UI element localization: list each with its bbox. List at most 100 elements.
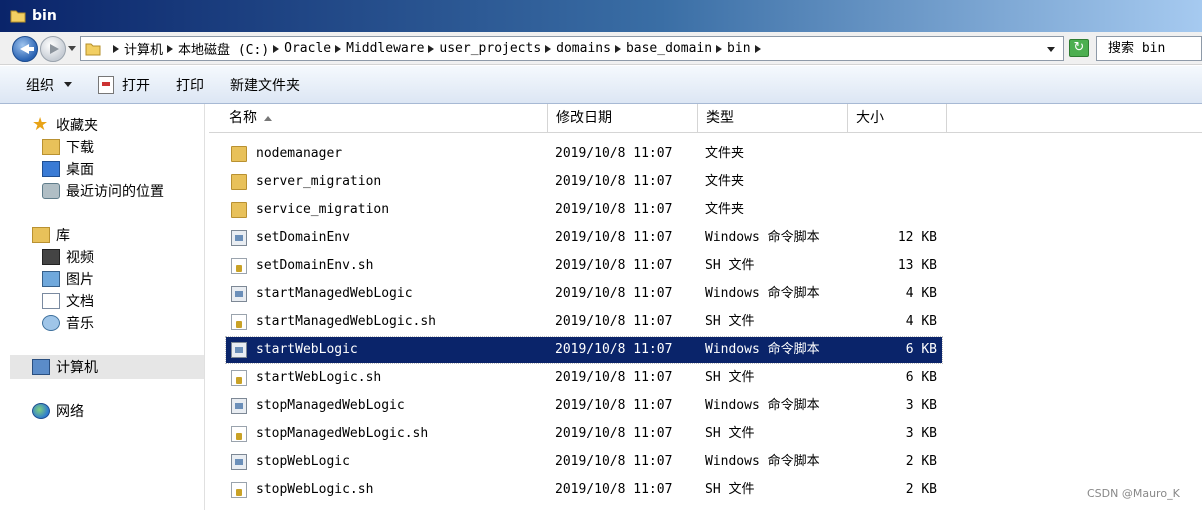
file-row[interactable]: service_migration 2019/10/8 11:07 文件夹	[226, 197, 942, 223]
window-title: bin	[32, 8, 57, 24]
nav-recent-places[interactable]: 最近访问的位置	[42, 180, 164, 202]
star-icon: ★	[32, 114, 49, 135]
breadcrumb-base-domain[interactable]: base_domain	[626, 41, 712, 56]
column-header-name[interactable]: 名称	[209, 104, 548, 133]
file-size	[855, 169, 937, 195]
file-type: Windows 命令脚本	[705, 342, 820, 357]
nav-downloads[interactable]: 下载	[42, 136, 94, 158]
file-name: startManagedWebLogic.sh	[256, 314, 437, 329]
recent-pages-dropdown[interactable]	[68, 46, 76, 51]
search-input[interactable]: 搜索 bin	[1096, 36, 1202, 61]
breadcrumb-separator-icon[interactable]	[167, 44, 174, 53]
breadcrumb-user-projects[interactable]: user_projects	[439, 41, 541, 56]
refresh-icon: ↻	[1073, 40, 1085, 55]
breadcrumb-separator-icon[interactable]	[716, 44, 723, 53]
breadcrumb-local-disk[interactable]: 本地磁盘 (C:)	[178, 39, 269, 58]
nav-network[interactable]: 网络	[32, 400, 84, 422]
breadcrumb-oracle[interactable]: Oracle	[284, 41, 331, 56]
file-type: Windows 命令脚本	[705, 454, 820, 469]
column-header-size[interactable]: 大小	[848, 104, 947, 133]
breadcrumb-domains[interactable]: domains	[556, 41, 611, 56]
desktop-icon	[42, 161, 60, 177]
breadcrumb-separator-icon[interactable]	[754, 44, 761, 53]
title-bar: bin	[0, 0, 1202, 32]
breadcrumb-separator-icon[interactable]	[273, 44, 280, 53]
file-date: 2019/10/8 11:07	[555, 314, 673, 329]
documents-icon	[42, 293, 60, 309]
nav-desktop[interactable]: 桌面	[42, 158, 94, 180]
file-row[interactable]: server_migration 2019/10/8 11:07 文件夹	[226, 169, 942, 195]
nav-documents[interactable]: 文档	[42, 290, 94, 312]
command-bar: 组织 打开 打印 新建文件夹	[0, 66, 1202, 104]
music-icon	[42, 315, 60, 331]
file-name: service_migration	[256, 202, 390, 217]
file-row[interactable]: stopWebLogic.sh 2019/10/8 11:07 SH 文件 2 KB	[226, 477, 942, 503]
file-date: 2019/10/8 11:07	[555, 230, 673, 245]
nav-computer[interactable]: 计算机	[32, 356, 98, 378]
breadcrumb-separator-icon[interactable]	[113, 44, 119, 53]
file-name: stopWebLogic	[256, 454, 350, 469]
address-history-dropdown[interactable]	[1047, 47, 1055, 52]
file-type: SH 文件	[705, 482, 755, 497]
column-header-size-label: 大小	[856, 110, 884, 126]
file-size: 4 KB	[905, 314, 937, 329]
file-row[interactable]: startWebLogic.sh 2019/10/8 11:07 SH 文件 6 KB	[226, 365, 942, 391]
file-row[interactable]: startManagedWebLogic.sh 2019/10/8 11:07 SH…	[226, 309, 942, 335]
file-name: nodemanager	[256, 146, 343, 161]
breadcrumb-separator-icon[interactable]	[428, 44, 435, 53]
file-name: setDomainEnv	[256, 230, 350, 245]
nav-favorites[interactable]: ★ 收藏夹	[32, 114, 98, 136]
forward-button[interactable]	[40, 36, 66, 62]
address-bar[interactable]: 计算机 本地磁盘 (C:) Oracle Middleware user_pro…	[80, 36, 1064, 61]
folder-icon	[85, 43, 101, 55]
file-size: 3 KB	[905, 398, 937, 413]
breadcrumb-middleware[interactable]: Middleware	[346, 41, 424, 56]
cmd-script-icon	[231, 230, 247, 246]
breadcrumb-separator-icon[interactable]	[614, 44, 621, 53]
nav-label: 图片	[66, 272, 94, 288]
file-size: 12 KB	[897, 230, 937, 245]
organize-button[interactable]: 组织	[26, 75, 72, 95]
folder-icon	[231, 202, 247, 218]
file-type: Windows 命令脚本	[705, 230, 820, 245]
downloads-folder-icon	[42, 139, 60, 155]
nav-pictures[interactable]: 图片	[42, 268, 94, 290]
file-row[interactable]: startWebLogic 2019/10/8 11:07 Windows 命令脚本…	[225, 336, 943, 364]
file-date: 2019/10/8 11:07	[555, 370, 673, 385]
refresh-button[interactable]: ↻	[1069, 39, 1089, 57]
file-row[interactable]: setDomainEnv.sh 2019/10/8 11:07 SH 文件 13 KB	[226, 253, 942, 279]
file-row[interactable]: setDomainEnv 2019/10/8 11:07 Windows 命令脚本 1…	[226, 225, 942, 251]
open-button[interactable]: 打开	[98, 75, 150, 95]
file-row[interactable]: stopManagedWebLogic.sh 2019/10/8 11:07 SH …	[226, 421, 942, 447]
nav-videos[interactable]: 视频	[42, 246, 94, 268]
file-name: server_migration	[256, 174, 382, 189]
file-row[interactable]: stopManagedWebLogic 2019/10/8 11:07 Window…	[226, 393, 942, 419]
nav-label: 网络	[56, 404, 84, 420]
print-label: 打印	[176, 77, 204, 94]
column-header-type[interactable]: 类型	[698, 104, 848, 133]
file-type: SH 文件	[705, 426, 755, 441]
breadcrumb-computer[interactable]: 计算机	[124, 39, 163, 58]
recent-places-icon	[42, 183, 60, 199]
nav-label: 计算机	[56, 360, 98, 376]
nav-music[interactable]: 音乐	[42, 312, 94, 334]
file-name: startWebLogic.sh	[256, 370, 382, 385]
file-size: 13 KB	[897, 258, 937, 273]
open-icon	[98, 75, 114, 94]
column-header-name-label: 名称	[229, 110, 257, 126]
breadcrumb-bin[interactable]: bin	[727, 41, 750, 56]
new-folder-button[interactable]: 新建文件夹	[230, 75, 300, 95]
file-row[interactable]: stopWebLogic 2019/10/8 11:07 Windows 命令脚本 2…	[226, 449, 942, 475]
column-header-date[interactable]: 修改日期	[548, 104, 698, 133]
print-button[interactable]: 打印	[176, 75, 204, 95]
breadcrumb-separator-icon[interactable]	[545, 44, 552, 53]
file-name: stopManagedWebLogic.sh	[256, 426, 429, 441]
back-button[interactable]	[12, 36, 38, 62]
folder-icon	[231, 146, 247, 162]
file-row[interactable]: nodemanager 2019/10/8 11:07 文件夹	[226, 141, 942, 167]
file-type: Windows 命令脚本	[705, 398, 820, 413]
organize-label: 组织	[26, 77, 54, 94]
nav-libraries[interactable]: 库	[32, 224, 70, 246]
file-row[interactable]: startManagedWebLogic 2019/10/8 11:07 Windo…	[226, 281, 942, 307]
breadcrumb-separator-icon[interactable]	[335, 44, 342, 53]
